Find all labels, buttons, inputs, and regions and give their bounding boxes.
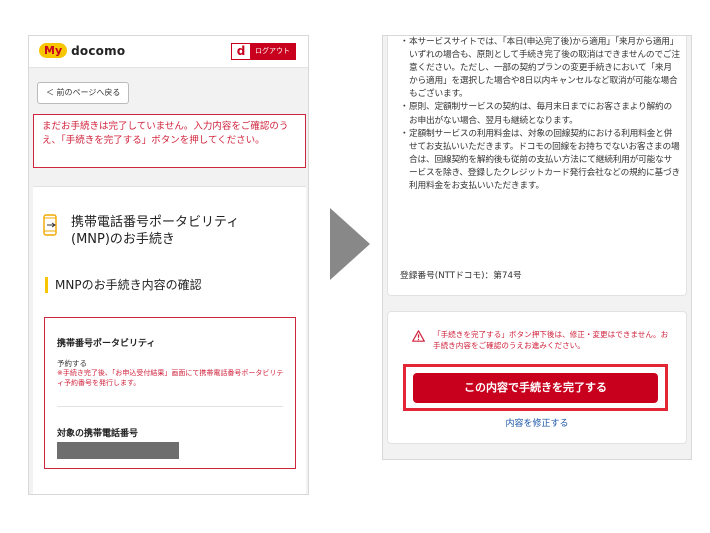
terms-item: ・本サービスサイトでは、「本日(申込完了後)から適用」「来月から適用」いずれの場… (400, 37, 680, 100)
my-docomo-logo[interactable]: My docomo (39, 43, 125, 58)
d-account-icon: d (232, 44, 250, 59)
mnp-note: ※手続き完了後、「お申込受付結果」画面にて携帯電話番号ポータビリティ予約番号を発… (57, 369, 284, 387)
confirm-screen: ・本サービスサイトでは、「本日(申込完了後)から適用」「来月から適用」いずれの場… (382, 35, 692, 460)
target-number-label: 対象の携帯電話番号 (57, 429, 139, 439)
divider (57, 406, 283, 407)
mnp-input-screen: My docomo d ログアウト ＜ 前のページへ戻る まだお手続きは完了して… (28, 35, 309, 495)
next-step-arrow-icon (330, 208, 370, 280)
logo-docomo: docomo (71, 43, 126, 58)
caution-message: 「手続きを完了する」ボタン押下後は、修正・変更はできません。お手続き内容をご確認… (412, 329, 673, 351)
highlight-frame: この内容で手続きを完了する (403, 364, 668, 411)
logout-button[interactable]: d ログアウト (231, 43, 296, 60)
logo-my: My (39, 43, 68, 58)
smartphone-icon (43, 214, 57, 236)
warning-icon (412, 330, 425, 342)
procedure-card: 携帯電話番号ポータビリティ(MNP)のお手続き MNPのお手続き内容の確認 携帯… (33, 186, 306, 494)
registration-number: 登録番号(NTTドコモ)：第74号 (400, 271, 522, 281)
detail-box: 携帯番号ポータビリティ 予約する ※手続き完了後、「お申込受付結果」画面にて携帯… (44, 317, 296, 469)
page-title: 携帯電話番号ポータビリティ(MNP)のお手続き (71, 215, 240, 247)
terms-list: ・本サービスサイトでは、「本日(申込完了後)から適用」「来月から適用」いずれの場… (400, 36, 680, 193)
logout-label: ログアウト (250, 44, 295, 59)
incomplete-warning: まだお手続きは完了していません。入力内容をご確認のうえ、「手続きを完了する」ボタ… (33, 114, 306, 168)
page-title-row: 携帯電話番号ポータビリティ(MNP)のお手続き (43, 214, 261, 248)
back-button[interactable]: ＜ 前のページへ戻る (37, 82, 130, 104)
redacted-phone-number (57, 442, 179, 459)
terms-card: ・本サービスサイトでは、「本日(申込完了後)から適用」「来月から適用」いずれの場… (387, 36, 687, 296)
section-heading: MNPのお手続き内容の確認 (45, 277, 202, 293)
header: My docomo d ログアウト (29, 36, 308, 68)
mnp-label: 携帯番号ポータビリティ (57, 339, 156, 349)
caution-text: 「手続きを完了する」ボタン押下後は、修正・変更はできません。お手続き内容をご確認… (433, 330, 669, 350)
edit-content-link[interactable]: 内容を修正する (388, 416, 686, 429)
complete-procedure-button[interactable]: この内容で手続きを完了する (413, 373, 658, 403)
terms-item: ・定額制サービスの利用料金は、対象の回線契約における利用料金と併せてお支払いいた… (400, 128, 680, 192)
confirm-card: 「手続きを完了する」ボタン押下後は、修正・変更はできません。お手続き内容をご確認… (387, 311, 687, 444)
terms-item: ・原則、定額制サービスの契約は、毎月末日までにお客さまより解約のお申出がない場合… (400, 102, 672, 126)
